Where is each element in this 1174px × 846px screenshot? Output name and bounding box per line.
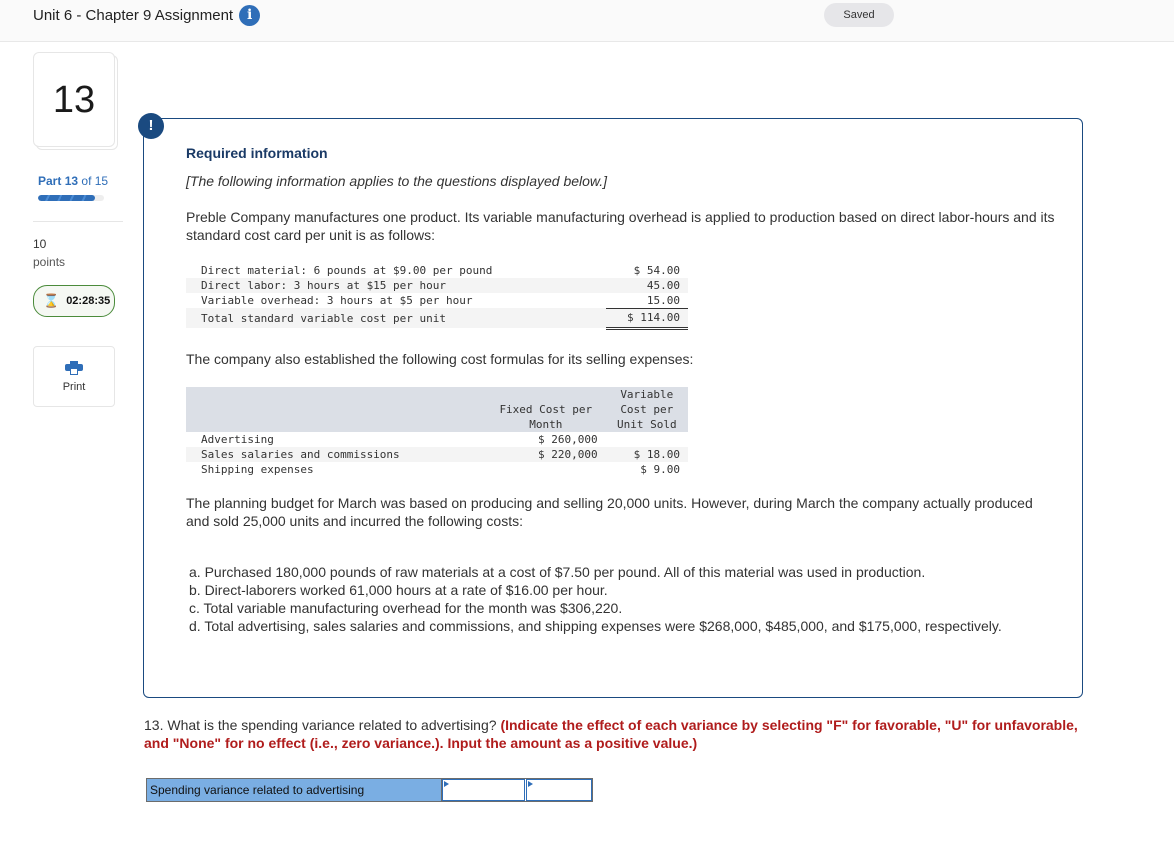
input-flag-icon bbox=[528, 781, 533, 787]
variance-effect-cell[interactable] bbox=[526, 779, 592, 801]
saved-status-badge: Saved bbox=[824, 3, 894, 27]
variance-effect-select[interactable] bbox=[527, 780, 591, 800]
points-value: 10 bbox=[33, 237, 47, 251]
cost-card-label: Total standard variable cost per unit bbox=[186, 308, 606, 328]
variance-amount-input[interactable] bbox=[443, 780, 524, 800]
required-info-title: Required information bbox=[186, 145, 328, 161]
selling-expenses-table: Fixed Cost per Month Variable Cost per U… bbox=[186, 387, 688, 477]
selling-row: Shipping expenses $ 9.00 bbox=[186, 462, 688, 477]
selling-variable bbox=[606, 432, 688, 447]
selling-label: Advertising bbox=[201, 433, 274, 446]
actual-cost-item: d. Total advertising, sales salaries and… bbox=[189, 618, 1002, 634]
selling-fixed: $ 260,000 bbox=[538, 433, 598, 446]
required-info-subtitle: [The following information applies to th… bbox=[186, 173, 608, 189]
assignment-title: Unit 6 - Chapter 9 Assignment i bbox=[33, 5, 261, 26]
actual-cost-item: b. Direct-laborers worked 61,000 hours a… bbox=[189, 582, 608, 598]
selling-fixed: $ 220,000 bbox=[486, 447, 606, 462]
variable-cost-header: Variable Cost per Unit Sold bbox=[605, 387, 688, 432]
question-text: 13. What is the spending variance relate… bbox=[144, 717, 497, 733]
selling-header-row: Fixed Cost per Month Variable Cost per U… bbox=[186, 387, 688, 432]
cost-card-label: Direct material: 6 pounds at $9.00 per p… bbox=[201, 264, 493, 277]
question-number-card: 13 bbox=[33, 52, 118, 150]
selling-label: Shipping expenses bbox=[201, 463, 314, 476]
actual-costs-list: a. Purchased 180,000 pounds of raw mater… bbox=[189, 563, 1039, 635]
actual-cost-item: c. Total variable manufacturing overhead… bbox=[189, 600, 623, 616]
info-icon[interactable]: i bbox=[239, 5, 261, 26]
selling-row: Advertising $ 260,000 bbox=[186, 432, 688, 447]
input-flag-icon bbox=[444, 781, 449, 787]
cost-card-label: Variable overhead: 3 hours at $5 per hou… bbox=[201, 294, 473, 307]
answer-label: Spending variance related to advertising bbox=[147, 779, 442, 801]
top-bar: Unit 6 - Chapter 9 Assignment i Saved bbox=[0, 0, 1174, 42]
intro-paragraph: Preble Company manufactures one product.… bbox=[186, 209, 1055, 243]
alert-icon: ! bbox=[138, 113, 164, 139]
cost-card-row: Direct material: 6 pounds at $9.00 per p… bbox=[186, 263, 688, 278]
standard-cost-card-table: Direct material: 6 pounds at $9.00 per p… bbox=[186, 263, 688, 330]
selling-variable: $ 9.00 bbox=[640, 463, 680, 476]
points-label: points bbox=[33, 255, 66, 269]
printer-icon bbox=[65, 361, 83, 375]
selling-label: Sales salaries and commissions bbox=[186, 447, 486, 462]
print-label: Print bbox=[62, 381, 86, 393]
cost-card-total-row: Total standard variable cost per unit $ … bbox=[186, 308, 688, 330]
cost-card-value: $ 114.00 bbox=[606, 308, 688, 330]
timer-pill[interactable]: ⌛ 02:28:35 bbox=[33, 285, 115, 317]
question-prompt: 13. What is the spending variance relate… bbox=[144, 716, 1084, 752]
variance-amount-cell[interactable] bbox=[442, 779, 525, 801]
part-progress-fill bbox=[38, 195, 96, 201]
selling-row: Sales salaries and commissions $ 220,000… bbox=[186, 447, 688, 462]
assignment-title-text: Unit 6 - Chapter 9 Assignment bbox=[33, 7, 234, 24]
part-indicator: Part 13 of 15 bbox=[38, 174, 108, 188]
cost-card-row: Variable overhead: 3 hours at $5 per hou… bbox=[186, 293, 688, 309]
question-number: 13 bbox=[33, 52, 115, 147]
part-current: 13 bbox=[64, 174, 79, 188]
part-prefix: Part bbox=[38, 174, 62, 188]
sidebar-divider bbox=[33, 221, 123, 222]
answer-row: Spending variance related to advertising bbox=[146, 778, 593, 802]
hourglass-icon: ⌛ bbox=[43, 293, 60, 308]
cost-card-value: $ 54.00 bbox=[633, 264, 680, 277]
selling-intro-paragraph: The company also established the followi… bbox=[186, 351, 694, 367]
cost-card-label: Direct labor: 3 hours at $15 per hour bbox=[186, 278, 606, 293]
fixed-cost-header: Fixed Cost per Month bbox=[486, 387, 606, 432]
print-button[interactable]: Print bbox=[33, 346, 115, 407]
planning-budget-paragraph: The planning budget for March was based … bbox=[186, 495, 1033, 529]
actual-cost-item: a. Purchased 180,000 pounds of raw mater… bbox=[189, 564, 926, 580]
cost-card-value: 15.00 bbox=[606, 293, 688, 309]
part-total: of 15 bbox=[81, 174, 109, 188]
selling-fixed bbox=[486, 462, 606, 477]
selling-variable: $ 18.00 bbox=[605, 447, 688, 462]
timer-text: 02:28:35 bbox=[66, 295, 111, 307]
cost-card-value: 45.00 bbox=[606, 278, 688, 293]
cost-card-row: Direct labor: 3 hours at $15 per hour 45… bbox=[186, 278, 688, 293]
part-progress-bar bbox=[38, 195, 104, 201]
